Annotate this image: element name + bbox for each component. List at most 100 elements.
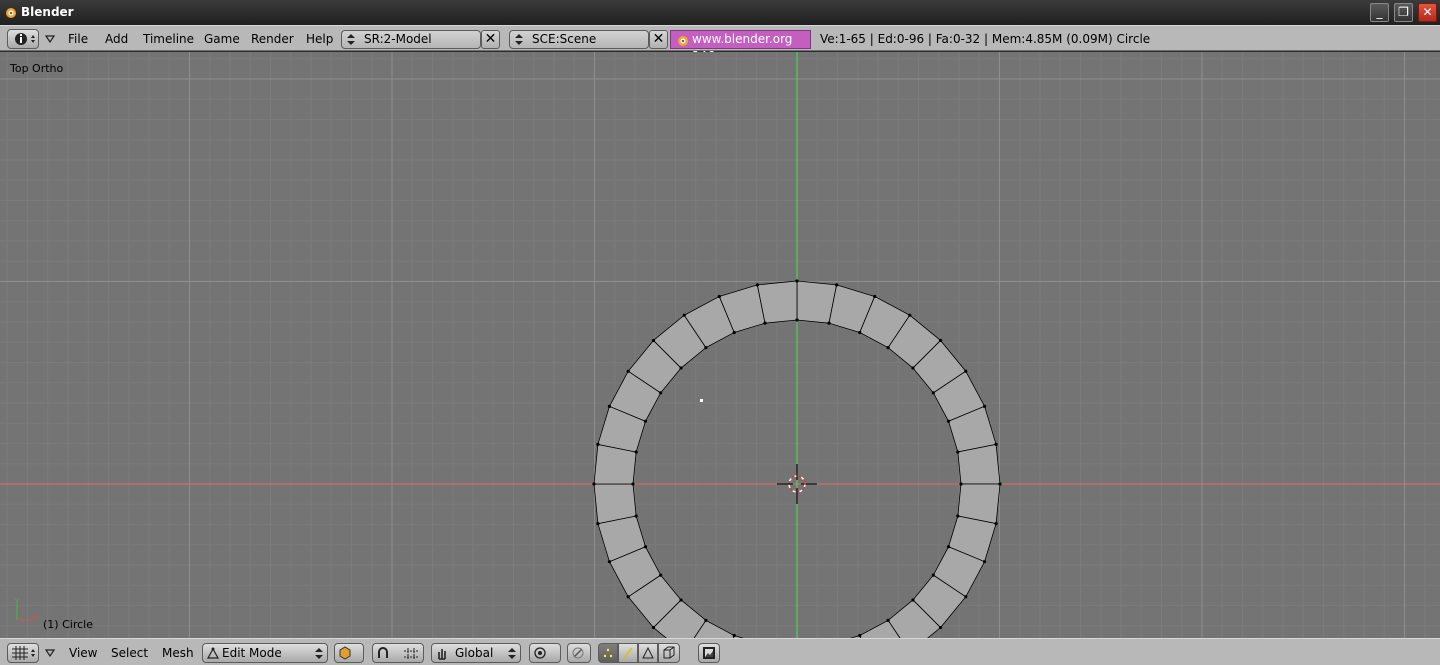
mesh-vertex[interactable] — [634, 514, 638, 518]
proportional-edit-button[interactable] — [529, 643, 561, 663]
draw-type-button[interactable] — [334, 643, 364, 663]
mesh-vertex[interactable] — [755, 283, 759, 287]
menu-select[interactable]: Select — [111, 646, 148, 660]
render-preview-button[interactable] — [698, 643, 720, 663]
collapse-menu-triangle-icon[interactable] — [45, 35, 55, 43]
mesh-vertex[interactable] — [946, 419, 951, 423]
mesh-vertex[interactable] — [651, 625, 656, 630]
mesh-vertex[interactable] — [704, 346, 708, 350]
mesh-vertex[interactable] — [763, 321, 767, 325]
window-titlebar: Blender _ ❐ ✕ — [0, 0, 1440, 25]
up-down-arrows-icon — [515, 34, 523, 45]
mesh-vertex[interactable] — [795, 279, 799, 283]
3d-viewport[interactable]: Top Ortho Y X (1) Circle — [0, 52, 1440, 638]
mesh-vertex[interactable] — [704, 618, 708, 622]
mesh-vertex[interactable] — [858, 330, 862, 335]
mesh-vertex[interactable] — [732, 330, 736, 335]
mode-label: Edit Mode — [222, 646, 282, 660]
up-down-arrows-icon — [508, 648, 516, 659]
mesh-vertex[interactable] — [717, 294, 721, 299]
mode-selector[interactable]: Edit Mode — [202, 643, 328, 663]
mesh-vertex[interactable] — [964, 369, 968, 373]
mesh-vertex[interactable] — [607, 560, 612, 564]
mesh-vertex[interactable] — [827, 321, 831, 325]
screen-selector[interactable]: SR:2-Model — [341, 30, 481, 49]
vertex-select-button[interactable] — [598, 643, 618, 663]
mesh-vertex[interactable] — [908, 313, 912, 317]
mesh-vertex[interactable] — [651, 338, 656, 343]
mesh-vertex[interactable] — [946, 545, 951, 549]
mesh-vertex[interactable] — [607, 404, 612, 408]
mesh-vertex[interactable] — [835, 283, 839, 287]
close-window-button[interactable]: ✕ — [1418, 3, 1437, 22]
mesh-vertex[interactable] — [931, 391, 935, 395]
scene-selector[interactable]: SCE:Scene — [509, 30, 649, 49]
mesh-vertex[interactable] — [938, 338, 943, 343]
mesh-vertex[interactable] — [592, 482, 596, 486]
pivot-snap-group[interactable] — [372, 643, 424, 663]
mesh-vertex[interactable] — [659, 573, 663, 577]
mesh-vertex[interactable] — [964, 595, 968, 599]
mesh-vertex[interactable] — [994, 522, 998, 526]
mesh-vertex[interactable] — [659, 391, 663, 395]
delete-scene-button[interactable]: ✕ — [649, 30, 668, 49]
up-down-arrows-icon — [315, 648, 323, 659]
menu-timeline[interactable]: Timeline — [143, 32, 194, 46]
scene-name: SCE:Scene — [532, 32, 597, 46]
mesh-vertex[interactable] — [931, 573, 935, 577]
menu-add[interactable]: Add — [105, 32, 128, 46]
mesh-vertex[interactable] — [956, 450, 960, 454]
edge-select-button[interactable] — [618, 643, 638, 663]
mesh-vertex[interactable] — [886, 618, 890, 622]
menu-render[interactable]: Render — [251, 32, 294, 46]
mesh-vertex[interactable] — [596, 522, 600, 526]
blender-url-badge[interactable]: www.blender.org 246 — [670, 30, 811, 63]
delete-screen-button[interactable]: ✕ — [481, 30, 500, 49]
mesh-vertex[interactable] — [682, 313, 686, 317]
mesh-vertex[interactable] — [938, 625, 943, 630]
face-select-button[interactable] — [638, 643, 658, 663]
editor-type-button[interactable] — [7, 29, 39, 49]
mirror-button[interactable] — [567, 643, 591, 663]
menu-mesh[interactable]: Mesh — [162, 646, 194, 660]
maximize-button[interactable]: ❐ — [1394, 3, 1413, 22]
axis-x-label: X — [33, 613, 38, 621]
mesh-vertex[interactable] — [886, 346, 890, 350]
menu-help[interactable]: Help — [306, 32, 333, 46]
up-down-arrows-icon — [347, 34, 355, 45]
mesh-vertex[interactable] — [959, 482, 963, 486]
mesh-vertex[interactable] — [994, 442, 998, 446]
mesh-vertex[interactable] — [998, 482, 1002, 486]
menu-game[interactable]: Game — [204, 32, 240, 46]
mesh-vertex[interactable] — [631, 482, 635, 486]
mesh-vertex[interactable] — [643, 545, 648, 549]
mesh-vertex[interactable] — [679, 598, 683, 602]
mesh-vertex[interactable] — [982, 404, 987, 408]
minimize-button[interactable]: _ — [1370, 3, 1389, 22]
mesh-vertex[interactable] — [626, 595, 630, 599]
mesh-vertex[interactable] — [956, 514, 960, 518]
mesh-vertex[interactable] — [732, 633, 736, 638]
3d-cursor-icon[interactable] — [777, 464, 817, 504]
mesh-vertex[interactable] — [626, 369, 630, 373]
mesh-vertex[interactable] — [911, 598, 915, 602]
mesh-vertex[interactable] — [911, 366, 915, 370]
mesh-vertex[interactable] — [982, 560, 987, 564]
mesh-vertex[interactable] — [679, 366, 683, 370]
editor-type-button[interactable] — [7, 643, 39, 663]
circle-mesh[interactable] — [0, 52, 1440, 638]
menu-view[interactable]: View — [69, 646, 97, 660]
mesh-vertex[interactable] — [643, 419, 648, 423]
info-header: File Add Timeline Game Render Help SR:2-… — [0, 25, 1440, 63]
menu-file[interactable]: File — [68, 32, 88, 46]
mesh-vertex[interactable] — [596, 442, 600, 446]
mesh-vertex[interactable] — [873, 294, 877, 299]
transform-orientation-selector[interactable]: Global — [431, 643, 521, 663]
mesh-vertex[interactable] — [634, 450, 638, 454]
magnet-icon — [378, 647, 388, 658]
occlude-geometry-button[interactable] — [658, 643, 680, 663]
mesh-vertex[interactable] — [858, 633, 862, 638]
mesh-vertex[interactable] — [795, 318, 799, 322]
collapse-menu-triangle-icon[interactable] — [45, 649, 55, 657]
3d-view-header: View Select Mesh Edit Mode Global — [0, 638, 1440, 665]
